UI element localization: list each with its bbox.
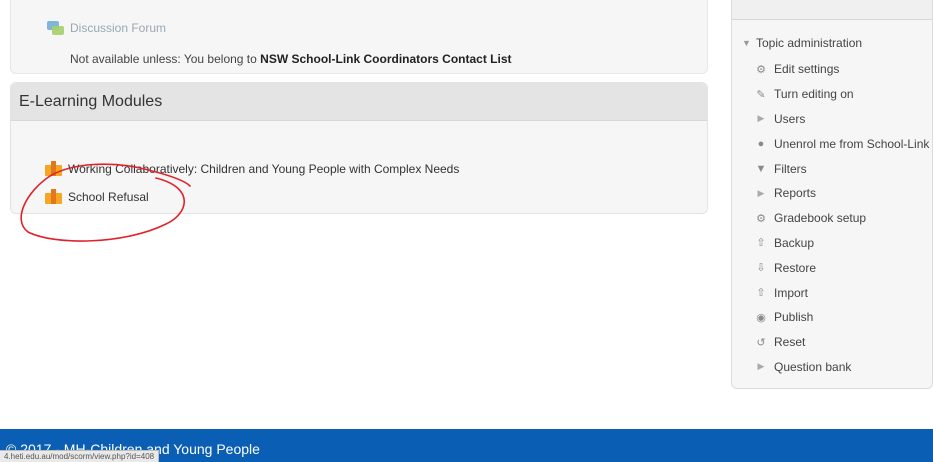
module-link-working-collaboratively[interactable]: Working Collaboratively: Children and Yo… bbox=[45, 161, 459, 176]
admin-item-edit-settings[interactable]: ⚙ Edit settings bbox=[732, 57, 932, 82]
expand-arrow-icon: ▶ bbox=[757, 361, 765, 372]
admin-item-reports[interactable]: ▶ Reports bbox=[732, 181, 932, 206]
expand-arrow-icon: ▶ bbox=[757, 187, 765, 198]
admin-item-label: Question bank bbox=[774, 359, 852, 374]
upload-icon: ⇧ bbox=[756, 287, 766, 300]
admin-item-users[interactable]: ▶ Users bbox=[732, 107, 932, 132]
restriction-group: NSW School-Link Coordinators Contact Lis… bbox=[260, 52, 512, 66]
admin-item-publish[interactable]: ◉ Publish bbox=[732, 305, 932, 330]
admin-item-import[interactable]: ⇧ Import bbox=[732, 280, 932, 305]
admin-item-question-bank[interactable]: ▶ Question bank bbox=[732, 355, 932, 380]
admin-item-gradebook-setup[interactable]: ⚙ Gradebook setup bbox=[732, 206, 932, 231]
availability-restriction: Not available unless: You belong to NSW … bbox=[70, 52, 512, 66]
browser-status-url: 4.heti.edu.au/mod/scorm/view.php?id=408 bbox=[0, 450, 160, 462]
admin-item-restore[interactable]: ⇩ Restore bbox=[732, 255, 932, 280]
block-header-divider bbox=[732, 0, 932, 20]
admin-item-filters[interactable]: ▼ Filters bbox=[732, 156, 932, 181]
elearning-section: E-Learning Modules Working Collaborative… bbox=[10, 82, 708, 214]
admin-item-label: Turn editing on bbox=[774, 87, 854, 102]
filter-icon: ▼ bbox=[755, 162, 767, 175]
admin-title-label: Topic administration bbox=[756, 36, 863, 50]
admin-item-label: Filters bbox=[774, 161, 807, 176]
admin-item-label: Gradebook setup bbox=[774, 211, 867, 226]
admin-item-turn-editing-on[interactable]: ✎ Turn editing on bbox=[732, 82, 932, 107]
admin-item-label: Users bbox=[774, 111, 806, 126]
expand-arrow-icon: ▶ bbox=[757, 113, 765, 124]
module-label: School Refusal bbox=[68, 189, 149, 204]
forum-activity-box: Discussion Forum Not available unless: Y… bbox=[10, 0, 708, 74]
administration-block: ▼ Topic administration ⚙ Edit settings ✎ T… bbox=[731, 0, 933, 389]
scorm-package-icon bbox=[45, 189, 62, 204]
collapse-arrow-icon: ▼ bbox=[742, 38, 751, 48]
forum-icon bbox=[47, 21, 64, 35]
admin-item-label: Publish bbox=[774, 310, 814, 325]
user-icon: ● bbox=[757, 137, 765, 150]
upload-icon: ⇧ bbox=[756, 237, 766, 250]
pencil-icon: ✎ bbox=[756, 88, 766, 101]
admin-item-label: Edit settings bbox=[774, 62, 840, 77]
forum-title: Discussion Forum bbox=[70, 21, 167, 35]
admin-item-label: Import bbox=[774, 285, 809, 300]
restriction-text: Not available unless: You belong to bbox=[70, 52, 261, 66]
gear-icon: ⚙ bbox=[756, 212, 766, 225]
admin-item-label: Restore bbox=[774, 260, 817, 275]
section-title: E-Learning Modules bbox=[11, 83, 707, 121]
admin-item-label: Unenrol me from School-Link bbox=[774, 136, 930, 151]
admin-item-label: Backup bbox=[774, 235, 815, 250]
gear-icon: ⚙ bbox=[756, 63, 766, 76]
admin-item-backup[interactable]: ⇧ Backup bbox=[732, 231, 932, 256]
admin-item-label: Reports bbox=[774, 186, 817, 201]
discussion-forum-link[interactable]: Discussion Forum bbox=[47, 21, 166, 35]
module-label: Working Collaboratively: Children and Yo… bbox=[68, 161, 460, 176]
admin-menu: ⚙ Edit settings ✎ Turn editing on ▶ Users ●… bbox=[732, 57, 932, 380]
module-link-school-refusal[interactable]: School Refusal bbox=[45, 189, 149, 204]
scorm-package-icon bbox=[45, 161, 62, 176]
globe-icon: ◉ bbox=[756, 311, 766, 324]
download-icon: ⇩ bbox=[756, 262, 766, 275]
reset-icon: ↺ bbox=[756, 336, 766, 349]
admin-item-unenrol[interactable]: ● Unenrol me from School-Link bbox=[732, 131, 932, 156]
admin-item-label: Reset bbox=[774, 335, 806, 350]
topic-administration-node[interactable]: ▼ Topic administration bbox=[742, 36, 862, 50]
admin-item-reset[interactable]: ↺ Reset bbox=[732, 330, 932, 355]
